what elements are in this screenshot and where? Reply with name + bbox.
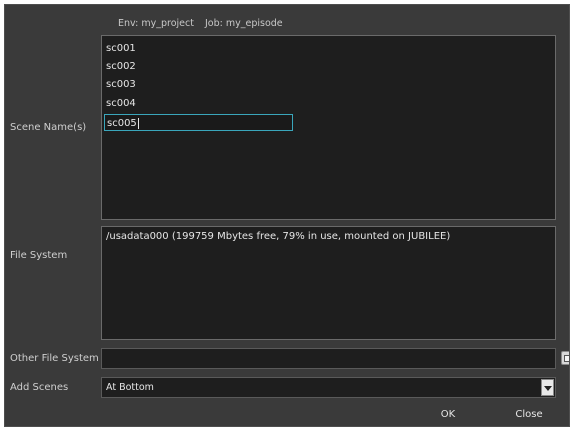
scene-names-list[interactable]: sc001 sc002 sc003 sc004 sc005 [101,35,556,220]
scene-item[interactable]: sc003 [106,76,136,93]
env-job-header: Env: my_project Job: my_episode [118,18,291,29]
scene-edit-text: sc005 [107,118,137,129]
env-label: Env: my_project [118,18,194,29]
folder-browse-icon[interactable] [561,351,569,365]
file-system-entry[interactable]: /usadata000 (199759 Mbytes free, 79% in … [106,231,450,242]
scene-item[interactable]: sc004 [106,95,136,112]
other-file-system-label: Other File System [10,353,99,364]
add-scenes-dialog: Env: my_project Job: my_episode Scene Na… [4,4,570,427]
text-caret [137,117,139,129]
ok-button[interactable]: OK [418,405,478,425]
other-file-system-input[interactable] [101,348,556,369]
scene-item[interactable]: sc002 [106,58,136,75]
add-scenes-label: Add Scenes [10,382,69,393]
job-label: Job: my_episode [204,18,283,29]
add-scenes-select[interactable]: At Bottom [101,377,556,398]
add-scenes-value: At Bottom [106,382,154,393]
scene-names-label: Scene Name(s) [10,122,87,133]
file-system-label: File System [10,250,68,261]
scene-name-edit-field[interactable]: sc005 [104,114,293,131]
chevron-down-icon[interactable] [541,379,554,396]
file-system-list[interactable]: /usadata000 (199759 Mbytes free, 79% in … [101,226,556,340]
close-button[interactable]: Close [499,405,559,425]
scene-item[interactable]: sc001 [106,40,136,57]
